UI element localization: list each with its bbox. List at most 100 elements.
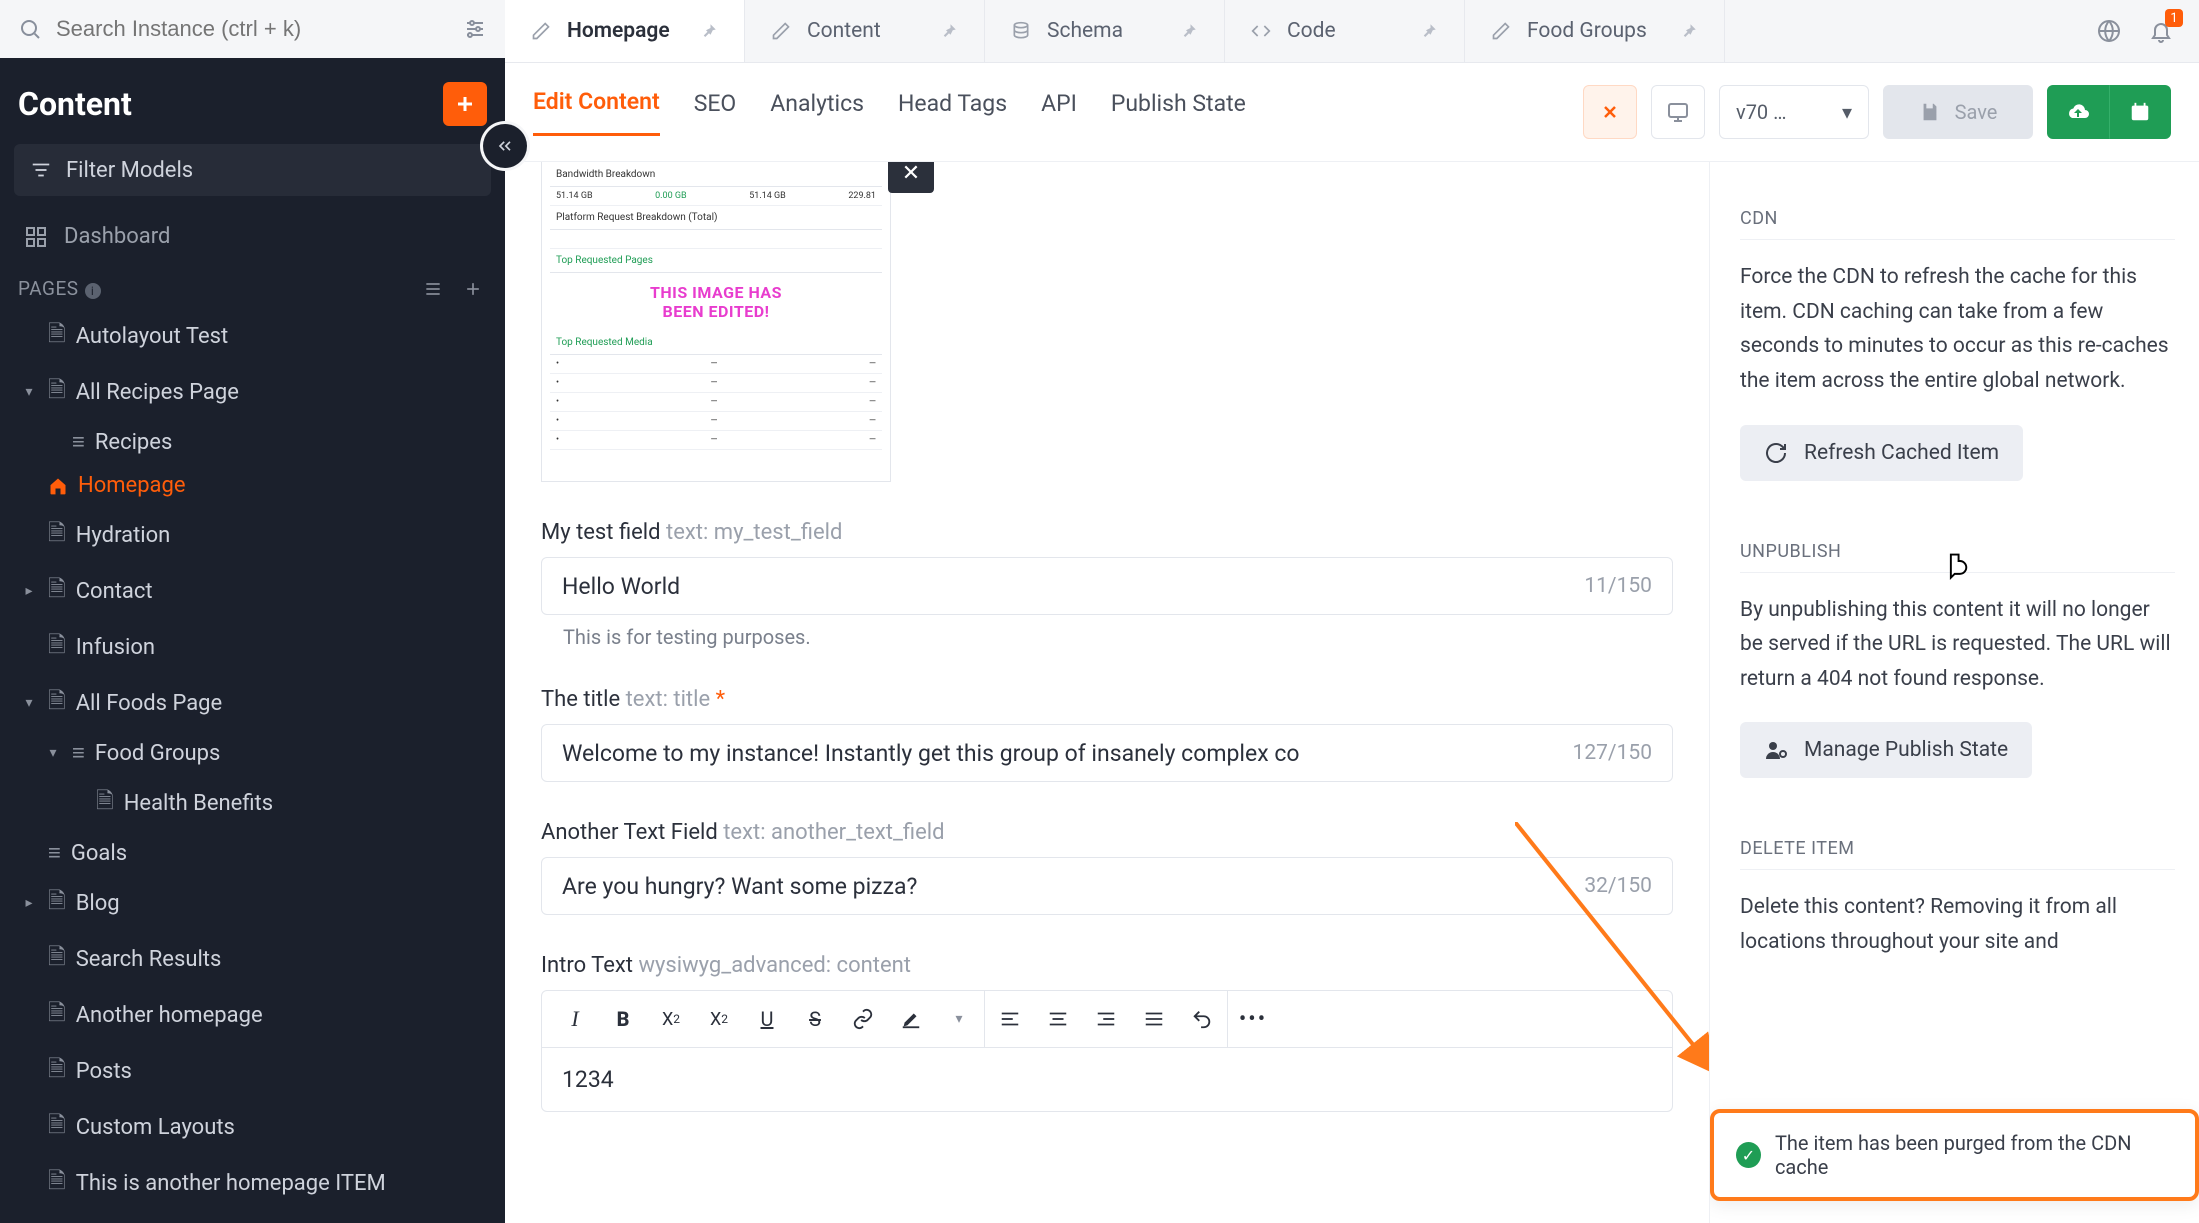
tree-item[interactable]: 🗎Search Results	[0, 931, 505, 987]
undo-button[interactable]	[1187, 1004, 1217, 1034]
code-icon	[1251, 21, 1271, 41]
pin-icon[interactable]	[1180, 22, 1198, 40]
dashboard-icon	[24, 225, 48, 249]
caret-down-icon[interactable]: ▾	[44, 745, 62, 761]
subtab-analytics[interactable]: Analytics	[770, 90, 864, 135]
subscript-button[interactable]: X2	[656, 1004, 686, 1034]
pages-tree: 🗎Autolayout Test ▾🗎All Recipes Page ≡ Rec…	[0, 308, 505, 1223]
thumb-heading: Bandwidth Breakdown	[550, 163, 882, 187]
global-search-input[interactable]	[56, 16, 449, 42]
global-search[interactable]	[0, 0, 505, 58]
highlight-button[interactable]	[896, 1004, 926, 1034]
tree-item[interactable]: ≡Goals	[0, 831, 505, 875]
tab-content[interactable]: Content	[745, 0, 985, 62]
align-center-button[interactable]	[1043, 1004, 1073, 1034]
tab-code[interactable]: Code	[1225, 0, 1465, 62]
list-icon[interactable]	[423, 279, 443, 299]
caret-down-icon[interactable]: ▾	[20, 384, 38, 400]
my-test-field-input[interactable]: Hello World 11/150	[541, 557, 1673, 615]
manage-publish-state-button[interactable]: Manage Publish State	[1740, 722, 2032, 778]
pin-icon[interactable]	[1420, 22, 1438, 40]
save-button[interactable]: Save	[1883, 85, 2033, 139]
tree-item[interactable]: ▸🗎Blog	[0, 875, 505, 931]
publish-button[interactable]	[2047, 85, 2109, 139]
caret-right-icon[interactable]: ▸	[20, 895, 38, 911]
strikethrough-button[interactable]: S	[800, 1004, 830, 1034]
another-text-field-input[interactable]: Are you hungry? Want some pizza? 32/150	[541, 857, 1673, 915]
subtab-seo[interactable]: SEO	[694, 90, 737, 135]
subtab-api[interactable]: API	[1041, 90, 1077, 135]
preview-button[interactable]	[1651, 85, 1705, 139]
align-left-button[interactable]	[995, 1004, 1025, 1034]
add-button[interactable]	[443, 82, 487, 126]
field-meta: text: my_test_field	[666, 520, 842, 545]
tree-item[interactable]: 🗎Custom Layouts	[0, 1099, 505, 1155]
info-icon[interactable]: i	[85, 283, 101, 299]
nav-dashboard[interactable]: Dashboard	[0, 214, 505, 259]
add-page-icon[interactable]	[463, 279, 483, 299]
remove-image-button[interactable]: ✕	[888, 162, 934, 193]
subtab-edit-content[interactable]: Edit Content	[533, 88, 660, 136]
version-select[interactable]: v70 …▾	[1719, 85, 1869, 139]
input-value: Welcome to my instance! Instantly get th…	[562, 740, 1299, 767]
tab-homepage[interactable]: Homepage	[505, 0, 745, 62]
tree-item[interactable]: ▾≡Food Groups	[0, 731, 505, 775]
tab-food-groups[interactable]: Food Groups	[1465, 0, 1725, 62]
caret-right-icon[interactable]: ▸	[20, 583, 38, 599]
list-icon: ≡	[72, 429, 85, 455]
image-thumbnail[interactable]: ✕ Bandwidth Breakdown 51.14 GB0.00 GB51.…	[541, 162, 891, 482]
tree-item[interactable]: 🗎 Infusion	[0, 619, 505, 675]
field-label: Intro Text	[541, 953, 633, 978]
wysiwyg-body[interactable]: 1234	[541, 1048, 1673, 1112]
title-input[interactable]: Welcome to my instance! Instantly get th…	[541, 724, 1673, 782]
caret-down-icon[interactable]: ▾	[20, 695, 38, 711]
tree-item[interactable]: ▸🗎Contact	[0, 563, 505, 619]
globe-icon[interactable]	[2097, 19, 2121, 43]
underline-button[interactable]: U	[752, 1004, 782, 1034]
filter-icon	[30, 159, 52, 181]
toast-text: The item has been purged from the CDN ca…	[1775, 1131, 2173, 1179]
pin-icon[interactable]	[1680, 22, 1698, 40]
align-justify-button[interactable]	[1139, 1004, 1169, 1034]
tree-item[interactable]: 🗎Autolayout Test	[0, 308, 505, 364]
tree-item[interactable]: 🗎Posts	[0, 1043, 505, 1099]
chevron-down-icon[interactable]: ▾	[944, 1004, 974, 1034]
tab-label: Content	[807, 19, 881, 43]
document-icon: 🗎	[48, 317, 66, 355]
tree-item[interactable]: 🗎Hydration	[0, 507, 505, 563]
filter-models[interactable]: Filter Models	[14, 144, 491, 196]
bold-button[interactable]: B	[608, 1004, 638, 1034]
notifications-button[interactable]: 1	[2149, 19, 2173, 43]
tree-item[interactable]: 🗎Another homepage	[0, 987, 505, 1043]
save-label: Save	[1955, 100, 1998, 124]
tree-item-label: Contact	[76, 579, 153, 604]
tree-item[interactable]: 🗎This is another homepage ITEM	[0, 1155, 505, 1211]
tree-item-label: Infusion	[76, 635, 155, 660]
tree-item[interactable]: ≡ Recipes	[0, 420, 505, 464]
tree-item-label: Recipes	[95, 430, 172, 455]
close-button[interactable]	[1583, 85, 1637, 139]
tab-label: Schema	[1047, 19, 1123, 43]
tab-schema[interactable]: Schema	[985, 0, 1225, 62]
link-button[interactable]	[848, 1004, 878, 1034]
tree-item[interactable]: ▾🗎All Recipes Page	[0, 364, 505, 420]
sliders-icon[interactable]	[463, 17, 487, 41]
pin-icon[interactable]	[700, 22, 718, 40]
tree-item[interactable]: ▾🗎All Foods Page	[0, 675, 505, 731]
document-icon: 🗎	[48, 628, 66, 666]
tree-item[interactable]: 🗎Health Benefits	[0, 775, 505, 831]
home-icon	[48, 476, 68, 496]
italic-button[interactable]: I	[560, 1004, 590, 1034]
more-button[interactable]: •••	[1238, 1004, 1268, 1034]
pencil-icon	[1491, 21, 1511, 41]
schedule-publish-button[interactable]	[2109, 85, 2171, 139]
superscript-button[interactable]: X2	[704, 1004, 734, 1034]
subtab-head-tags[interactable]: Head Tags	[898, 90, 1007, 135]
nav-dashboard-label: Dashboard	[64, 224, 170, 249]
tree-item-label: Another homepage	[76, 1003, 263, 1028]
refresh-cached-item-button[interactable]: Refresh Cached Item	[1740, 425, 2023, 481]
tree-item-homepage[interactable]: Homepage	[0, 464, 505, 507]
subtab-publish-state[interactable]: Publish State	[1111, 90, 1246, 135]
align-right-button[interactable]	[1091, 1004, 1121, 1034]
pin-icon[interactable]	[940, 22, 958, 40]
